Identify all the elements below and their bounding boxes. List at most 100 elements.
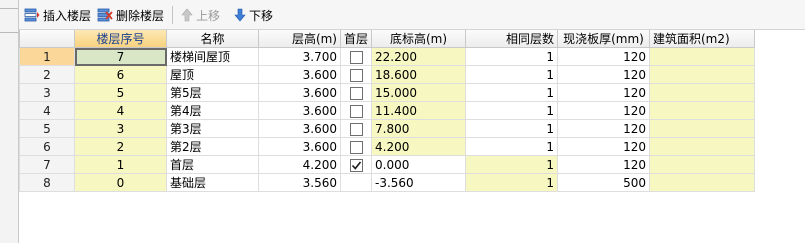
same-floors-cell[interactable]: 1 (465, 83, 558, 102)
building-area-cell[interactable] (649, 47, 755, 66)
building-area-cell[interactable] (649, 173, 755, 192)
table-row[interactable]: 5 3 第3层 3.600 7.800 1 120 (19, 119, 755, 138)
floor-height-cell[interactable]: 3.560 (258, 173, 341, 192)
row-number-cell[interactable]: 6 (19, 137, 75, 156)
base-elevation-cell[interactable]: 22.200 (371, 47, 466, 66)
header-same-floors[interactable]: 相同层数 (465, 30, 558, 48)
table-row[interactable]: 1 7 楼梯间屋顶 3.700 22.200 1 120 (19, 47, 755, 66)
first-floor-checkbox[interactable] (349, 86, 363, 100)
row-number-cell[interactable]: 7 (19, 155, 75, 174)
base-elevation-cell[interactable]: 4.200 (371, 137, 466, 156)
base-elevation-cell[interactable]: 18.600 (371, 65, 466, 84)
floor-height-cell[interactable]: 3.600 (258, 137, 341, 156)
first-floor-checkbox[interactable] (349, 140, 363, 154)
first-floor-cell[interactable] (340, 101, 372, 120)
floor-name-cell[interactable]: 楼梯间屋顶 (166, 47, 259, 66)
floor-name-cell[interactable]: 基础层 (166, 173, 259, 192)
table-row[interactable]: 3 5 第5层 3.600 15.000 1 120 (19, 83, 755, 102)
row-number-cell[interactable]: 2 (19, 65, 75, 84)
building-area-cell[interactable] (649, 83, 755, 102)
first-floor-cell[interactable] (340, 83, 372, 102)
floor-name-cell[interactable]: 第3层 (166, 119, 259, 138)
header-floor-height[interactable]: 层高(m) (258, 30, 341, 48)
first-floor-cell[interactable] (340, 155, 372, 174)
floor-height-cell[interactable]: 3.600 (258, 119, 341, 138)
move-down-button[interactable]: 下移 (232, 5, 276, 25)
header-floor-sequence[interactable]: 楼层序号 (74, 30, 167, 48)
row-number-cell[interactable]: 1 (19, 47, 75, 66)
floor-height-cell[interactable]: 3.700 (258, 47, 341, 66)
first-floor-cell[interactable] (340, 137, 372, 156)
floor-sequence-cell[interactable]: 1 (74, 155, 167, 174)
same-floors-cell[interactable]: 1 (465, 155, 558, 174)
delete-floor-button[interactable]: 删除楼层 (95, 5, 167, 25)
table-row[interactable]: 2 6 屋顶 3.600 18.600 1 120 (19, 65, 755, 84)
same-floors-cell[interactable]: 1 (465, 173, 558, 192)
first-floor-checkbox[interactable] (349, 50, 363, 64)
floor-sequence-cell[interactable]: 3 (74, 119, 167, 138)
floor-height-cell[interactable]: 3.600 (258, 101, 341, 120)
header-slab-thickness[interactable]: 现浇板厚(mm) (557, 30, 650, 48)
floor-name-cell[interactable]: 第4层 (166, 101, 259, 120)
first-floor-checkbox[interactable] (349, 104, 363, 118)
floor-sequence-cell[interactable]: 2 (74, 137, 167, 156)
floor-name-cell[interactable]: 第2层 (166, 137, 259, 156)
slab-thickness-cell[interactable]: 120 (557, 119, 650, 138)
first-floor-cell[interactable] (340, 47, 372, 66)
row-number-cell[interactable]: 4 (19, 101, 75, 120)
header-building-area[interactable]: 建筑面积(m2) (649, 30, 755, 48)
floor-sequence-cell[interactable]: 6 (74, 65, 167, 84)
first-floor-cell[interactable] (340, 65, 372, 84)
floor-name-cell[interactable]: 首层 (166, 155, 259, 174)
slab-thickness-cell[interactable]: 120 (557, 155, 650, 174)
floor-sequence-cell[interactable]: 7 (74, 47, 167, 66)
same-floors-cell[interactable]: 1 (465, 47, 558, 66)
slab-thickness-cell[interactable]: 120 (557, 137, 650, 156)
same-floors-cell[interactable]: 1 (465, 101, 558, 120)
base-elevation-cell[interactable]: 11.400 (371, 101, 466, 120)
header-rownum[interactable] (19, 30, 75, 48)
row-number-cell[interactable]: 3 (19, 83, 75, 102)
row-number-cell[interactable]: 5 (19, 119, 75, 138)
first-floor-cell[interactable] (340, 119, 372, 138)
floor-height-cell[interactable]: 4.200 (258, 155, 341, 174)
slab-thickness-cell[interactable]: 120 (557, 83, 650, 102)
first-floor-cell[interactable] (340, 173, 372, 192)
building-area-cell[interactable] (649, 155, 755, 174)
table-row[interactable]: 4 4 第4层 3.600 11.400 1 120 (19, 101, 755, 120)
building-area-cell[interactable] (649, 119, 755, 138)
table-row[interactable]: 6 2 第2层 3.600 4.200 1 120 (19, 137, 755, 156)
building-area-cell[interactable] (649, 137, 755, 156)
base-elevation-cell[interactable]: -3.560 (371, 173, 466, 192)
header-first-floor[interactable]: 首层 (340, 30, 372, 48)
same-floors-cell[interactable]: 1 (465, 137, 558, 156)
slab-thickness-cell[interactable]: 500 (557, 173, 650, 192)
floor-name-cell[interactable]: 第5层 (166, 83, 259, 102)
row-number-cell[interactable]: 8 (19, 173, 75, 192)
floor-height-cell[interactable]: 3.600 (258, 65, 341, 84)
move-up-button[interactable]: 上移 (179, 5, 223, 25)
slab-thickness-cell[interactable]: 120 (557, 47, 650, 66)
base-elevation-cell[interactable]: 15.000 (371, 83, 466, 102)
insert-floor-button[interactable]: 插入楼层 (22, 5, 94, 25)
floor-name-cell[interactable]: 屋顶 (166, 65, 259, 84)
floor-sequence-cell[interactable]: 5 (74, 83, 167, 102)
first-floor-checkbox[interactable] (349, 158, 363, 172)
base-elevation-cell[interactable]: 0.000 (371, 155, 466, 174)
building-area-cell[interactable] (649, 65, 755, 84)
header-name[interactable]: 名称 (166, 30, 259, 48)
floor-sequence-cell[interactable]: 0 (74, 173, 167, 192)
header-base-elevation[interactable]: 底标高(m) (371, 30, 466, 48)
building-area-cell[interactable] (649, 101, 755, 120)
floor-height-cell[interactable]: 3.600 (258, 83, 341, 102)
base-elevation-cell[interactable]: 7.800 (371, 119, 466, 138)
slab-thickness-cell[interactable]: 120 (557, 101, 650, 120)
first-floor-checkbox[interactable] (349, 68, 363, 82)
table-row[interactable]: 8 0 基础层 3.560 -3.560 1 500 (19, 173, 755, 192)
floor-sequence-cell[interactable]: 4 (74, 101, 167, 120)
first-floor-checkbox[interactable] (349, 122, 363, 136)
same-floors-cell[interactable]: 1 (465, 65, 558, 84)
same-floors-cell[interactable]: 1 (465, 119, 558, 138)
slab-thickness-cell[interactable]: 120 (557, 65, 650, 84)
table-row[interactable]: 7 1 首层 4.200 0.000 1 120 (19, 155, 755, 174)
